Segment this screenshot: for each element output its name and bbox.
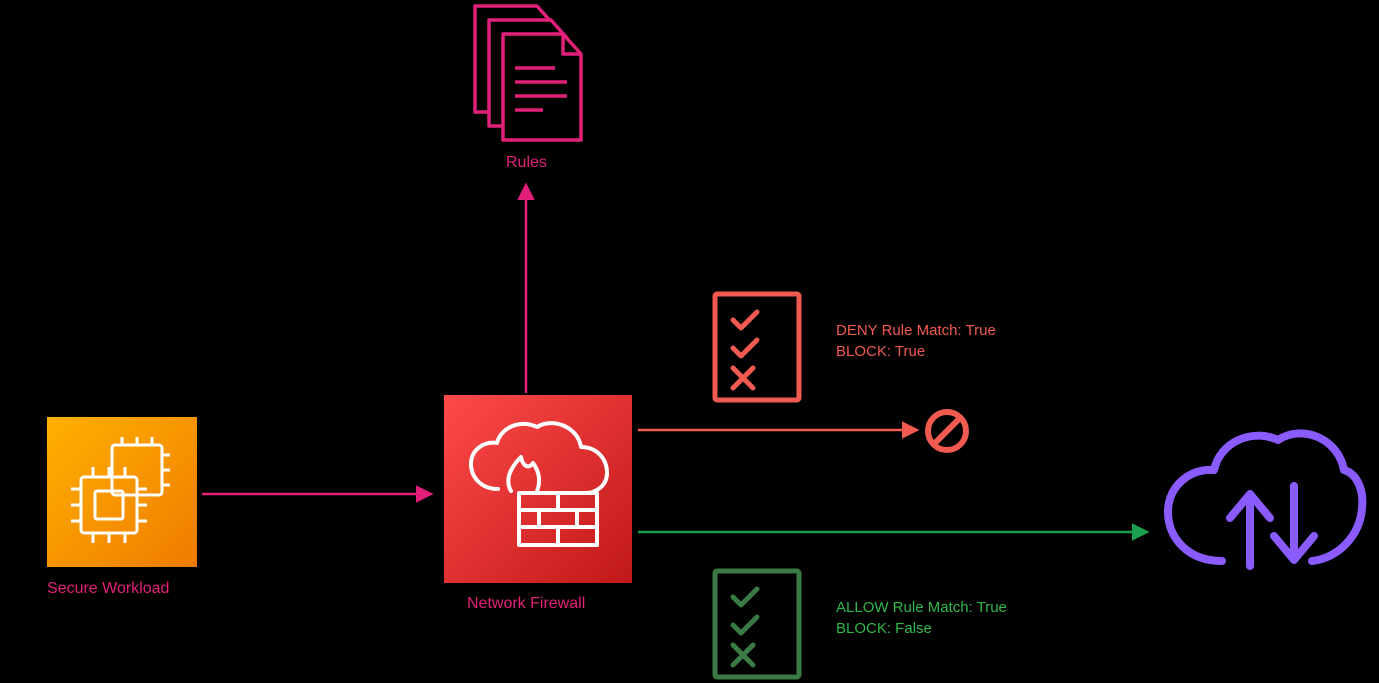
allow-line1: ALLOW Rule Match: True [836,597,1007,618]
rules-label: Rules [506,154,547,172]
arrow-workload-to-firewall [200,484,440,504]
deny-checklist-icon [711,290,803,404]
arrow-firewall-to-rules [516,180,536,395]
deny-rule-text: DENY Rule Match: True BLOCK: True [836,320,996,362]
arrow-allow-path [636,522,1156,542]
deny-line1: DENY Rule Match: True [836,320,996,341]
arrow-deny-path [636,420,926,440]
allow-rule-text: ALLOW Rule Match: True BLOCK: False [836,597,1007,639]
blocked-icon [923,407,971,455]
network-firewall-node [444,395,632,583]
rules-documents-icon [463,2,583,142]
secure-workload-node [47,417,197,567]
deny-line2: BLOCK: True [836,341,996,362]
cloud-updown-icon [1162,426,1367,576]
network-firewall-label: Network Firewall [467,595,585,613]
allow-checklist-icon [711,567,803,681]
firewall-cloud-icon [463,419,613,559]
allow-line2: BLOCK: False [836,618,1007,639]
cpu-workload-icon [67,437,177,547]
secure-workload-label: Secure Workload [47,580,169,598]
